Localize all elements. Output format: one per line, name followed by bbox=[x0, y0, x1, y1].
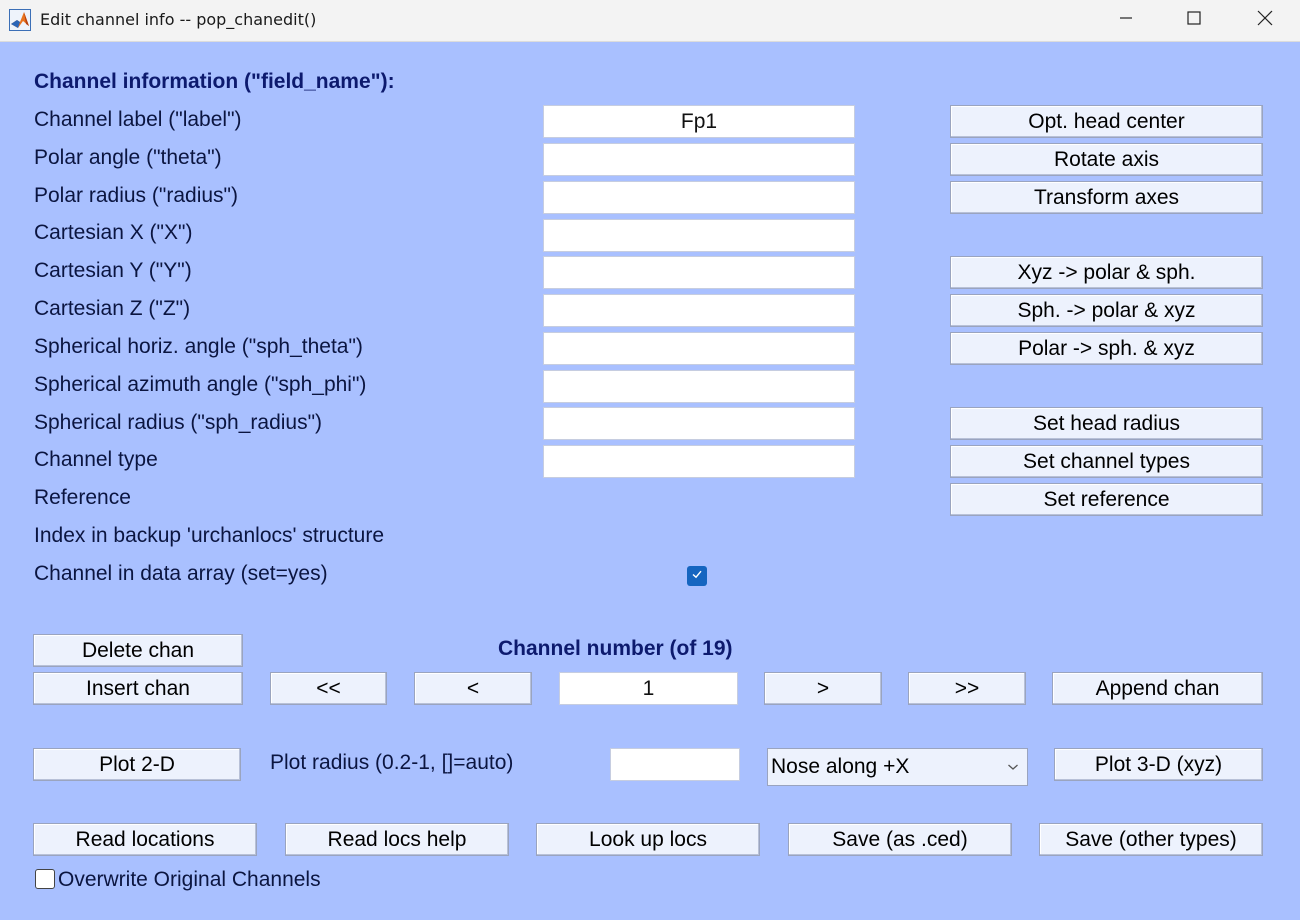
transform-axes-button[interactable]: Transform axes bbox=[950, 181, 1263, 214]
sph-to-polar-button[interactable]: Sph. -> polar & xyz bbox=[950, 294, 1263, 327]
label-channel-in-data: Channel in data array (set=yes) bbox=[34, 562, 328, 585]
append-chan-button[interactable]: Append chan bbox=[1052, 672, 1263, 705]
label-reference: Reference bbox=[34, 486, 131, 509]
insert-chan-button[interactable]: Insert chan bbox=[33, 672, 243, 705]
cartesian-x-input[interactable] bbox=[543, 219, 855, 252]
label-cartesian-x: Cartesian X ("X") bbox=[34, 221, 193, 244]
polar-angle-input[interactable] bbox=[543, 143, 855, 176]
close-button[interactable] bbox=[1242, 0, 1288, 40]
rotate-axis-button[interactable]: Rotate axis bbox=[950, 143, 1263, 176]
label-cartesian-z: Cartesian Z ("Z") bbox=[34, 297, 191, 320]
form-header: Channel information ("field_name"): bbox=[34, 70, 395, 93]
look-up-locs-button[interactable]: Look up locs bbox=[536, 823, 760, 856]
checkmark-icon bbox=[690, 567, 704, 586]
sph-phi-input[interactable] bbox=[543, 370, 855, 403]
label-cartesian-y: Cartesian Y ("Y") bbox=[34, 259, 192, 282]
plot-radius-label: Plot radius (0.2-1, []=auto) bbox=[270, 751, 514, 774]
polar-to-sph-button[interactable]: Polar -> sph. & xyz bbox=[950, 332, 1263, 365]
first-channel-button[interactable]: << bbox=[270, 672, 387, 705]
minimize-icon bbox=[1119, 11, 1133, 30]
plot-2d-button[interactable]: Plot 2-D bbox=[33, 748, 241, 781]
channel-label-input[interactable]: Fp1 bbox=[543, 105, 855, 138]
plot-radius-input[interactable] bbox=[610, 748, 740, 781]
chevron-down-icon bbox=[1007, 749, 1019, 785]
maximize-icon bbox=[1187, 10, 1201, 30]
read-locations-button[interactable]: Read locations bbox=[33, 823, 257, 856]
set-channel-types-button[interactable]: Set channel types bbox=[950, 445, 1263, 478]
label-polar-radius: Polar radius ("radius") bbox=[34, 184, 238, 207]
minimize-button[interactable] bbox=[1103, 0, 1149, 40]
dialog-body: Channel information ("field_name"): Chan… bbox=[0, 42, 1300, 920]
save-other-types-button[interactable]: Save (other types) bbox=[1039, 823, 1263, 856]
channel-number-label: Channel number (of 19) bbox=[498, 637, 733, 660]
opt-head-center-button[interactable]: Opt. head center bbox=[950, 105, 1263, 138]
orientation-select[interactable]: Nose along +X bbox=[767, 748, 1028, 786]
channel-in-data-checkbox[interactable] bbox=[687, 566, 707, 586]
overwrite-channels-label: Overwrite Original Channels bbox=[58, 868, 321, 891]
save-ced-button[interactable]: Save (as .ced) bbox=[788, 823, 1012, 856]
title-bar: Edit channel info -- pop_chanedit() bbox=[0, 0, 1300, 42]
set-reference-button[interactable]: Set reference bbox=[950, 483, 1263, 516]
label-sph-radius: Spherical radius ("sph_radius") bbox=[34, 411, 323, 434]
maximize-button[interactable] bbox=[1171, 0, 1217, 40]
label-sph-theta: Spherical horiz. angle ("sph_theta") bbox=[34, 335, 363, 358]
next-channel-button[interactable]: > bbox=[764, 672, 882, 705]
label-sph-phi: Spherical azimuth angle ("sph_phi") bbox=[34, 373, 367, 396]
window-title: Edit channel info -- pop_chanedit() bbox=[40, 10, 317, 29]
delete-chan-button[interactable]: Delete chan bbox=[33, 634, 243, 667]
matlab-icon bbox=[9, 9, 31, 31]
cartesian-z-input[interactable] bbox=[543, 294, 855, 327]
close-icon bbox=[1257, 10, 1273, 31]
orientation-select-value: Nose along +X bbox=[771, 755, 910, 778]
channel-type-input[interactable] bbox=[543, 445, 855, 478]
channel-number-input[interactable]: 1 bbox=[559, 672, 738, 705]
sph-radius-input[interactable] bbox=[543, 407, 855, 440]
set-head-radius-button[interactable]: Set head radius bbox=[950, 407, 1263, 440]
previous-channel-button[interactable]: < bbox=[414, 672, 532, 705]
polar-radius-input[interactable] bbox=[543, 181, 855, 214]
label-channel-type: Channel type bbox=[34, 448, 158, 471]
sph-theta-input[interactable] bbox=[543, 332, 855, 365]
read-locs-help-button[interactable]: Read locs help bbox=[285, 823, 509, 856]
xyz-to-polar-button[interactable]: Xyz -> polar & sph. bbox=[950, 256, 1263, 289]
overwrite-channels-checkbox[interactable] bbox=[35, 869, 55, 889]
last-channel-button[interactable]: >> bbox=[908, 672, 1026, 705]
label-channel-label: Channel label ("label") bbox=[34, 108, 242, 131]
plot-3d-button[interactable]: Plot 3-D (xyz) bbox=[1054, 748, 1263, 781]
cartesian-y-input[interactable] bbox=[543, 256, 855, 289]
label-polar-angle: Polar angle ("theta") bbox=[34, 146, 222, 169]
label-urchanlocs-index: Index in backup 'urchanlocs' structure bbox=[34, 524, 385, 547]
